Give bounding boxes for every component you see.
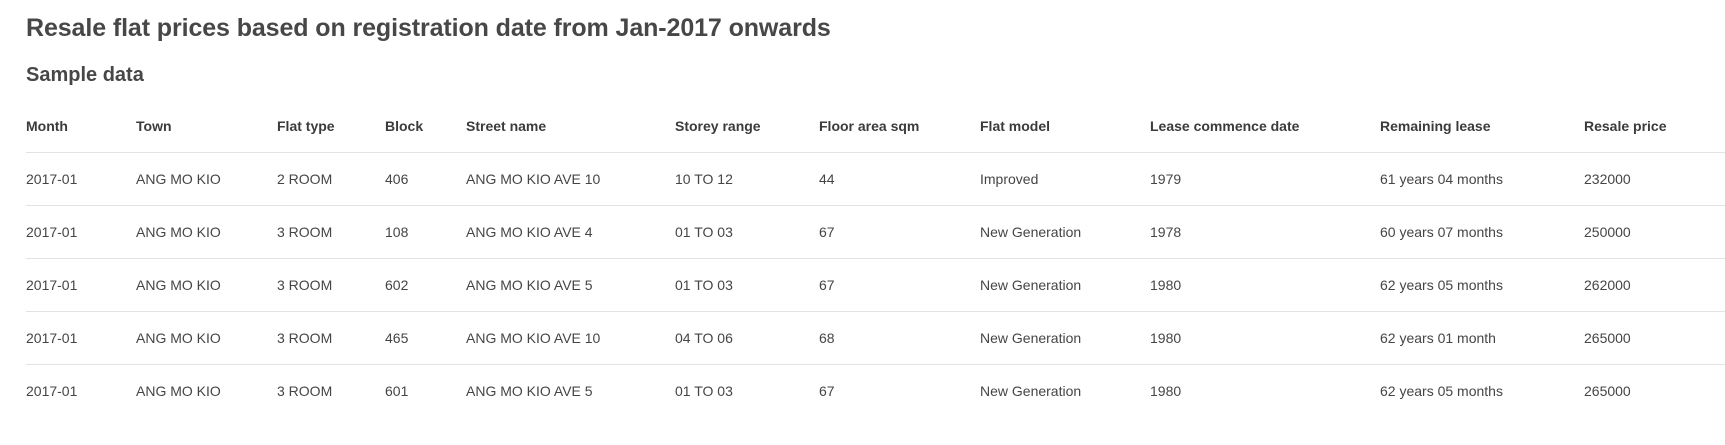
section-title: Sample data bbox=[26, 64, 144, 86]
cell-flat-type: 3 ROOM bbox=[277, 311, 385, 365]
cell-block: 108 bbox=[385, 205, 466, 259]
cell-remaining-lease: 62 years 05 months bbox=[1380, 383, 1503, 399]
cell-remaining-lease: 62 years 01 month bbox=[1380, 311, 1584, 365]
cell-resale-price: 232000 bbox=[1584, 152, 1725, 206]
cell-resale-price: 262000 bbox=[1584, 258, 1725, 312]
cell-block: 406 bbox=[385, 152, 466, 206]
cell-storey-range: 01 TO 03 bbox=[675, 258, 819, 312]
cell-storey-range: 04 TO 06 bbox=[675, 311, 819, 365]
cell-block: 602 bbox=[385, 258, 466, 312]
column-header-lease-commence-date[interactable]: Lease commence date bbox=[1150, 100, 1380, 153]
cell-block: 601 bbox=[385, 383, 409, 399]
cell-street-name: ANG MO KIO AVE 10 bbox=[466, 152, 675, 206]
cell-town: ANG MO KIO bbox=[136, 205, 277, 259]
cell-flat-model: Improved bbox=[980, 152, 1150, 206]
cell-street-name: ANG MO KIO AVE 5 bbox=[466, 258, 675, 312]
cell-storey-range: 01 TO 03 bbox=[675, 383, 733, 399]
cell-lease-commence-date: 1979 bbox=[1150, 152, 1380, 206]
table-row: 2017-01 ANG MO KIO 3 ROOM 465 ANG MO KIO… bbox=[26, 311, 1725, 365]
cell-month: 2017-01 bbox=[26, 383, 78, 399]
cell-town: ANG MO KIO bbox=[136, 152, 277, 206]
cell-flat-type: 3 ROOM bbox=[277, 205, 385, 259]
cell-month: 2017-01 bbox=[26, 152, 136, 206]
cell-storey-range: 10 TO 12 bbox=[675, 152, 819, 206]
cell-floor-area: 68 bbox=[819, 311, 980, 365]
cell-remaining-lease: 62 years 05 months bbox=[1380, 258, 1584, 312]
cell-floor-area: 67 bbox=[819, 383, 835, 399]
column-header-street-name[interactable]: Street name bbox=[466, 100, 675, 153]
cell-remaining-lease: 61 years 04 months bbox=[1380, 152, 1584, 206]
cell-lease-commence-date: 1980 bbox=[1150, 258, 1380, 312]
cell-resale-price: 265000 bbox=[1584, 383, 1631, 399]
table-row: 2017-01 ANG MO KIO 2 ROOM 406 ANG MO KIO… bbox=[26, 152, 1725, 206]
sample-data-table: Month Town Flat type Block Street name S… bbox=[26, 100, 1725, 417]
cell-flat-type: 3 ROOM bbox=[277, 258, 385, 312]
cell-floor-area: 67 bbox=[819, 258, 980, 312]
cell-town: ANG MO KIO bbox=[136, 383, 221, 399]
column-header-block[interactable]: Block bbox=[385, 100, 466, 153]
column-header-town[interactable]: Town bbox=[136, 100, 277, 153]
cell-town: ANG MO KIO bbox=[136, 311, 277, 365]
column-header-month[interactable]: Month bbox=[26, 100, 136, 153]
cell-lease-commence-date: 1980 bbox=[1150, 311, 1380, 365]
column-header-floor-area[interactable]: Floor area sqm bbox=[819, 100, 980, 153]
cell-floor-area: 44 bbox=[819, 152, 980, 206]
cell-flat-model: New Generation bbox=[980, 383, 1082, 399]
cell-lease-commence-date: 1978 bbox=[1150, 205, 1380, 259]
cell-storey-range: 01 TO 03 bbox=[675, 205, 819, 259]
cell-street-name: ANG MO KIO AVE 5 bbox=[466, 383, 593, 399]
cell-street-name: ANG MO KIO AVE 4 bbox=[466, 205, 675, 259]
column-header-flat-type[interactable]: Flat type bbox=[277, 100, 385, 153]
cell-month: 2017-01 bbox=[26, 205, 136, 259]
cell-resale-price: 265000 bbox=[1584, 311, 1725, 365]
table-header-row: Month Town Flat type Block Street name S… bbox=[26, 100, 1725, 153]
cell-street-name: ANG MO KIO AVE 10 bbox=[466, 311, 675, 365]
cell-remaining-lease: 60 years 07 months bbox=[1380, 205, 1584, 259]
table-row: 2017-01 ANG MO KIO 3 ROOM 601 ANG MO KIO… bbox=[26, 365, 1725, 418]
cell-flat-type: 2 ROOM bbox=[277, 152, 385, 206]
cell-flat-model: New Generation bbox=[980, 258, 1150, 312]
table-row: 2017-01 ANG MO KIO 3 ROOM 108 ANG MO KIO… bbox=[26, 205, 1725, 259]
cell-lease-commence-date: 1980 bbox=[1150, 383, 1182, 399]
cell-town: ANG MO KIO bbox=[136, 258, 277, 312]
cell-resale-price: 250000 bbox=[1584, 205, 1725, 259]
cell-flat-type: 3 ROOM bbox=[277, 383, 333, 399]
cell-floor-area: 67 bbox=[819, 205, 980, 259]
cell-month: 2017-01 bbox=[26, 258, 136, 312]
cell-flat-model: New Generation bbox=[980, 205, 1150, 259]
column-header-remaining-lease[interactable]: Remaining lease bbox=[1380, 100, 1584, 153]
page-title: Resale flat prices based on registration… bbox=[26, 14, 831, 42]
column-header-resale-price[interactable]: Resale price bbox=[1584, 100, 1725, 153]
cell-block: 465 bbox=[385, 311, 466, 365]
column-header-flat-model[interactable]: Flat model bbox=[980, 100, 1150, 153]
column-header-storey-range[interactable]: Storey range bbox=[675, 100, 819, 153]
cell-flat-model: New Generation bbox=[980, 311, 1150, 365]
cell-month: 2017-01 bbox=[26, 311, 136, 365]
table-row: 2017-01 ANG MO KIO 3 ROOM 602 ANG MO KIO… bbox=[26, 258, 1725, 312]
